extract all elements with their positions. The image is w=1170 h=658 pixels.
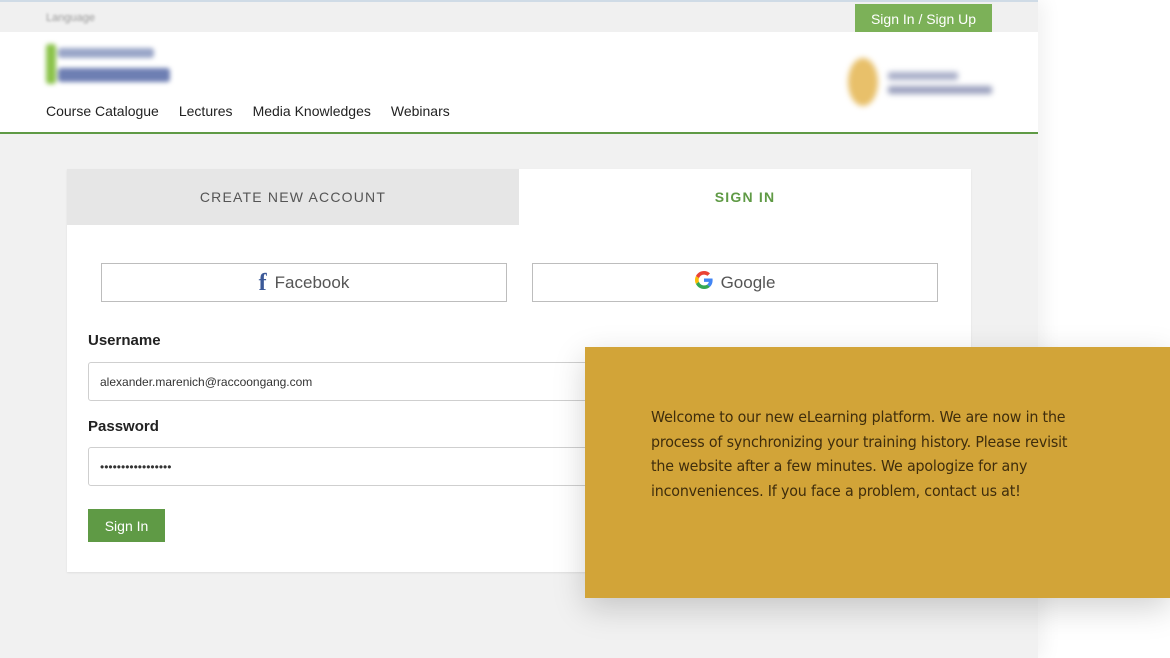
logo-text-line (58, 48, 154, 58)
emblem-icon (848, 58, 878, 106)
top-bar: Language Sign In / Sign Up (0, 0, 1038, 34)
announcement-text: Welcome to our new eLearning platform. W… (651, 408, 1068, 500)
sign-in-sign-up-button[interactable]: Sign In / Sign Up (855, 4, 992, 34)
tab-sign-in[interactable]: SIGN IN (519, 169, 971, 225)
language-selector[interactable]: Language (46, 12, 95, 24)
nav-lectures[interactable]: Lectures (179, 103, 233, 119)
elearning-logo[interactable] (44, 40, 172, 90)
facebook-label: Facebook (274, 272, 350, 292)
auth-tabs: CREATE NEW ACCOUNT SIGN IN (67, 169, 971, 225)
announcement-callout: Welcome to our new eLearning platform. W… (585, 347, 1170, 598)
stage: Language Sign In / Sign Up Course Catalo… (0, 0, 1170, 658)
partner-logo-text-line (888, 72, 958, 80)
password-label: Password (88, 418, 159, 435)
google-login-button[interactable]: Google (532, 263, 938, 302)
nav-media-knowledges[interactable]: Media Knowledges (253, 103, 371, 119)
tab-create-account[interactable]: CREATE NEW ACCOUNT (67, 169, 519, 225)
facebook-icon: f (258, 269, 267, 296)
username-label: Username (88, 332, 161, 349)
logo-text-line (58, 68, 170, 82)
site-header: Course Catalogue Lectures Media Knowledg… (0, 32, 1038, 134)
nav-course-catalogue[interactable]: Course Catalogue (46, 103, 159, 119)
google-icon (694, 271, 713, 294)
main-nav: Course Catalogue Lectures Media Knowledg… (46, 103, 450, 119)
facebook-login-button[interactable]: f Facebook (101, 263, 507, 302)
google-label: Google (720, 272, 776, 292)
nav-webinars[interactable]: Webinars (391, 103, 450, 119)
logo-mark (46, 44, 56, 84)
sign-in-submit-button[interactable]: Sign In (88, 509, 165, 542)
partner-logo (842, 52, 1012, 112)
partner-logo-text-line (888, 86, 992, 94)
